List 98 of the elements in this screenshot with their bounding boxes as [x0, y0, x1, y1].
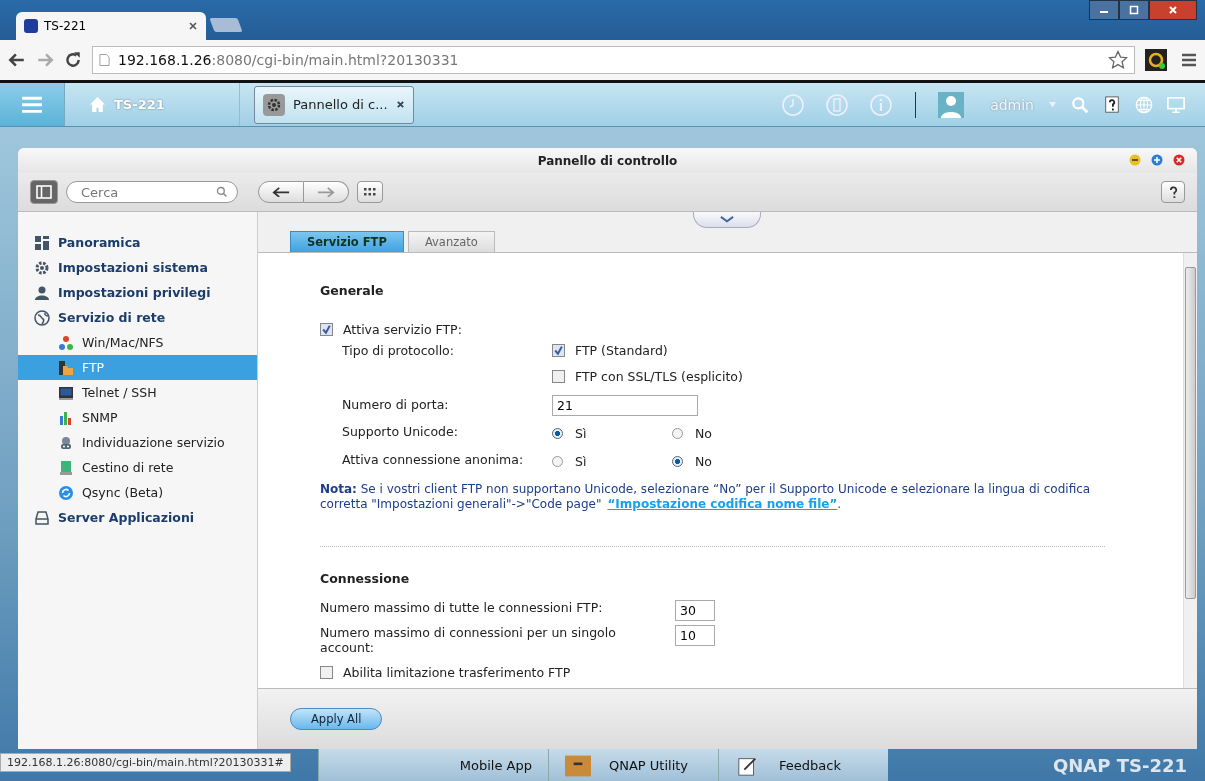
field-label: Numero massimo di tutte le connessioni FTP: [320, 600, 604, 615]
browser-tab[interactable]: TS-221 [16, 12, 206, 40]
tab-title: TS-221 [44, 19, 87, 33]
back-button[interactable] [258, 181, 304, 203]
minimize-icon[interactable] [1129, 154, 1141, 166]
new-tab-button[interactable] [209, 18, 243, 32]
checkbox[interactable] [552, 343, 565, 357]
tab[interactable]: Servizio FTP [290, 231, 404, 252]
reload-icon[interactable] [64, 51, 82, 69]
panel-icon [36, 185, 52, 199]
folder-icon [58, 359, 74, 376]
sidebar-item[interactable]: Server Applicazioni [18, 505, 257, 530]
radio-button[interactable] [552, 455, 563, 467]
field-label: Numero massimo di connessioni per un singolo account: [320, 625, 617, 655]
sidebar-item[interactable]: Panoramica [18, 230, 257, 255]
checkbox[interactable] [552, 369, 565, 383]
option-label: Sì [575, 453, 587, 469]
grid-icon [363, 187, 377, 197]
radio-button[interactable] [552, 427, 563, 439]
sidebar-item[interactable]: Qsync (Beta) [18, 480, 257, 505]
sidebar-item[interactable]: Servizio di rete [18, 305, 257, 330]
brand-logo: QNAP TS-221 [1052, 755, 1187, 776]
app-tab[interactable]: Pannello di c... [254, 85, 414, 124]
star-icon[interactable] [1108, 50, 1128, 70]
globe-icon [34, 309, 50, 326]
field-label: Supporto Unicode: [342, 423, 459, 439]
forward-icon [317, 186, 335, 198]
checkbox[interactable] [320, 666, 333, 679]
grid-icon [34, 234, 50, 251]
field-label: Abilita limitazione trasferimento FTP [343, 665, 571, 680]
recycle-bin-icon [58, 459, 74, 476]
close-icon[interactable] [395, 100, 405, 109]
person-icon [34, 284, 50, 301]
section-title: Generale [320, 283, 385, 298]
taskbar-item[interactable]: Feedback [718, 749, 888, 781]
sidebar-item[interactable]: Telnet / SSH [18, 380, 257, 405]
menu-icon [21, 95, 43, 114]
option-label: FTP (Standard) [575, 342, 668, 358]
note-text: Nota: Se i vostri client FTP non supportano Unicode, selezionare “No” per il Supporto Unicode e selezionare la lingua di codifica corretta "Impostazioni generali"->"Code page" “Impostazione codifica nome file”. [320, 482, 1092, 512]
extension-icon[interactable] [1145, 49, 1167, 71]
option-label: FTP con SSL/TLS (esplicito) [575, 368, 743, 384]
option-label: No [695, 425, 712, 441]
back-icon [272, 186, 290, 198]
apps-button[interactable] [357, 181, 383, 203]
maximize-icon [1129, 5, 1139, 15]
share-icon [58, 334, 74, 351]
terminal-icon [58, 384, 74, 401]
number-field[interactable]: 10 [675, 625, 715, 646]
field-label: Numero di porta: [342, 396, 450, 412]
scrollbar[interactable] [1183, 253, 1197, 688]
field-label: Attiva servizio FTP: [343, 322, 462, 337]
field-label: Attiva connessione anonima: [342, 451, 525, 467]
close-icon[interactable] [188, 21, 198, 31]
section-title: Connessione [320, 571, 411, 586]
number-field[interactable]: 30 [675, 600, 715, 621]
close-icon [1168, 5, 1178, 15]
collapse-tab[interactable] [693, 212, 761, 228]
sidebar-toggle-button[interactable] [30, 180, 58, 204]
field-label: Tipo di protocollo: [342, 342, 455, 358]
help-icon[interactable] [1103, 95, 1121, 114]
page-icon [99, 53, 110, 67]
box-icon [565, 754, 591, 777]
sidebar-item[interactable]: SNMP [18, 405, 257, 430]
option-label: Sì [575, 425, 587, 441]
search-field[interactable]: Cerca [66, 181, 238, 203]
radio-button[interactable] [672, 427, 683, 439]
address-bar[interactable]: 192.168.1.26:8080/cgi-bin/main.html?20130331 [92, 46, 1135, 74]
help-button[interactable] [1161, 181, 1185, 203]
radio-button[interactable] [672, 455, 683, 467]
status-url: 192.168.1.26:8080/cgi-bin/main.html?20130331# [0, 753, 291, 772]
help-icon [1168, 185, 1178, 199]
option-label: No [695, 453, 712, 469]
taskbar-item[interactable]: QNAP Utility [548, 749, 718, 781]
port-field[interactable]: 21 [552, 395, 698, 416]
back-icon[interactable] [8, 51, 26, 69]
maximize-icon[interactable] [1151, 154, 1163, 166]
sidebar-item[interactable]: Impostazioni privilegi [18, 280, 257, 305]
checkbox[interactable] [320, 323, 333, 336]
robot-icon [58, 434, 74, 451]
tab[interactable]: Avanzato [407, 231, 495, 252]
close-icon[interactable] [1173, 154, 1185, 166]
chevron-icon [720, 216, 734, 223]
sidebar-item[interactable]: Win/Mac/NFS [18, 330, 257, 355]
menu-icon[interactable] [1181, 53, 1197, 67]
maximize-button[interactable] [1119, 0, 1149, 20]
gear-icon [34, 259, 50, 276]
taskbar-item[interactable]: Mobile App [318, 749, 548, 781]
sync-icon [58, 484, 74, 501]
close-button[interactable] [1149, 0, 1197, 20]
sidebar-item[interactable]: Cestino di rete [18, 455, 257, 480]
gear-icon [263, 93, 285, 116]
minimize-button[interactable] [1089, 0, 1119, 20]
search-icon[interactable] [216, 186, 228, 198]
window-title: Pannello di controllo [537, 153, 678, 168]
sidebar-item[interactable]: Individuazione servizio [18, 430, 257, 455]
sidebar-item[interactable]: Impostazioni sistema [18, 255, 257, 280]
bar-chart-icon [58, 409, 74, 426]
apply-all-button[interactable]: Apply All [290, 708, 383, 730]
